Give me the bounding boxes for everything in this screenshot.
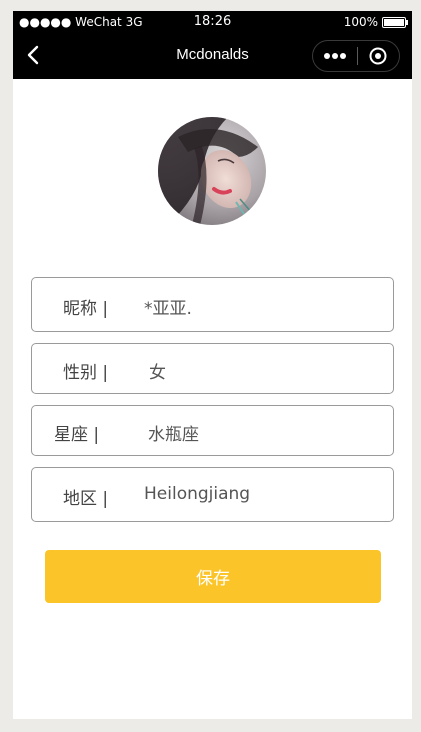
gender-value: 女 (149, 363, 166, 383)
battery-icon (382, 16, 408, 28)
gender-label: 性别 | (63, 363, 109, 383)
nickname-label: 昵称 | (63, 299, 109, 319)
region-value: Heilongjiang (144, 484, 251, 504)
region-field[interactable]: 地区 | Heilongjiang (31, 467, 394, 522)
gender-field[interactable]: 性别 | 女 (31, 343, 394, 394)
avatar-photo (158, 117, 266, 225)
constellation-field[interactable]: 星座 | 水瓶座 (31, 405, 394, 456)
constellation-label: 星座 | (54, 425, 100, 445)
phone-screen: ●●●●● WeChat 3G 18:26 100% Mcdonalds 昵称 … (13, 11, 412, 719)
status-bar: ●●●●● WeChat 3G 18:26 100% (13, 11, 412, 33)
save-button[interactable]: 保存 (45, 550, 381, 603)
more-button[interactable] (313, 41, 357, 71)
capsule-menu (312, 40, 400, 72)
avatar[interactable] (158, 117, 266, 225)
more-icon (323, 53, 346, 59)
battery-group: 100% (343, 15, 408, 29)
navbar: Mcdonalds (13, 33, 412, 79)
nickname-field[interactable]: 昵称 | *亚亚. (31, 277, 394, 332)
constellation-value: 水瓶座 (148, 425, 199, 445)
close-mini-program-icon (369, 47, 387, 65)
battery-percent: 100% (343, 15, 378, 29)
close-mini-program-button[interactable] (357, 41, 399, 71)
region-label: 地区 | (63, 489, 109, 509)
nickname-value: *亚亚. (144, 299, 192, 319)
